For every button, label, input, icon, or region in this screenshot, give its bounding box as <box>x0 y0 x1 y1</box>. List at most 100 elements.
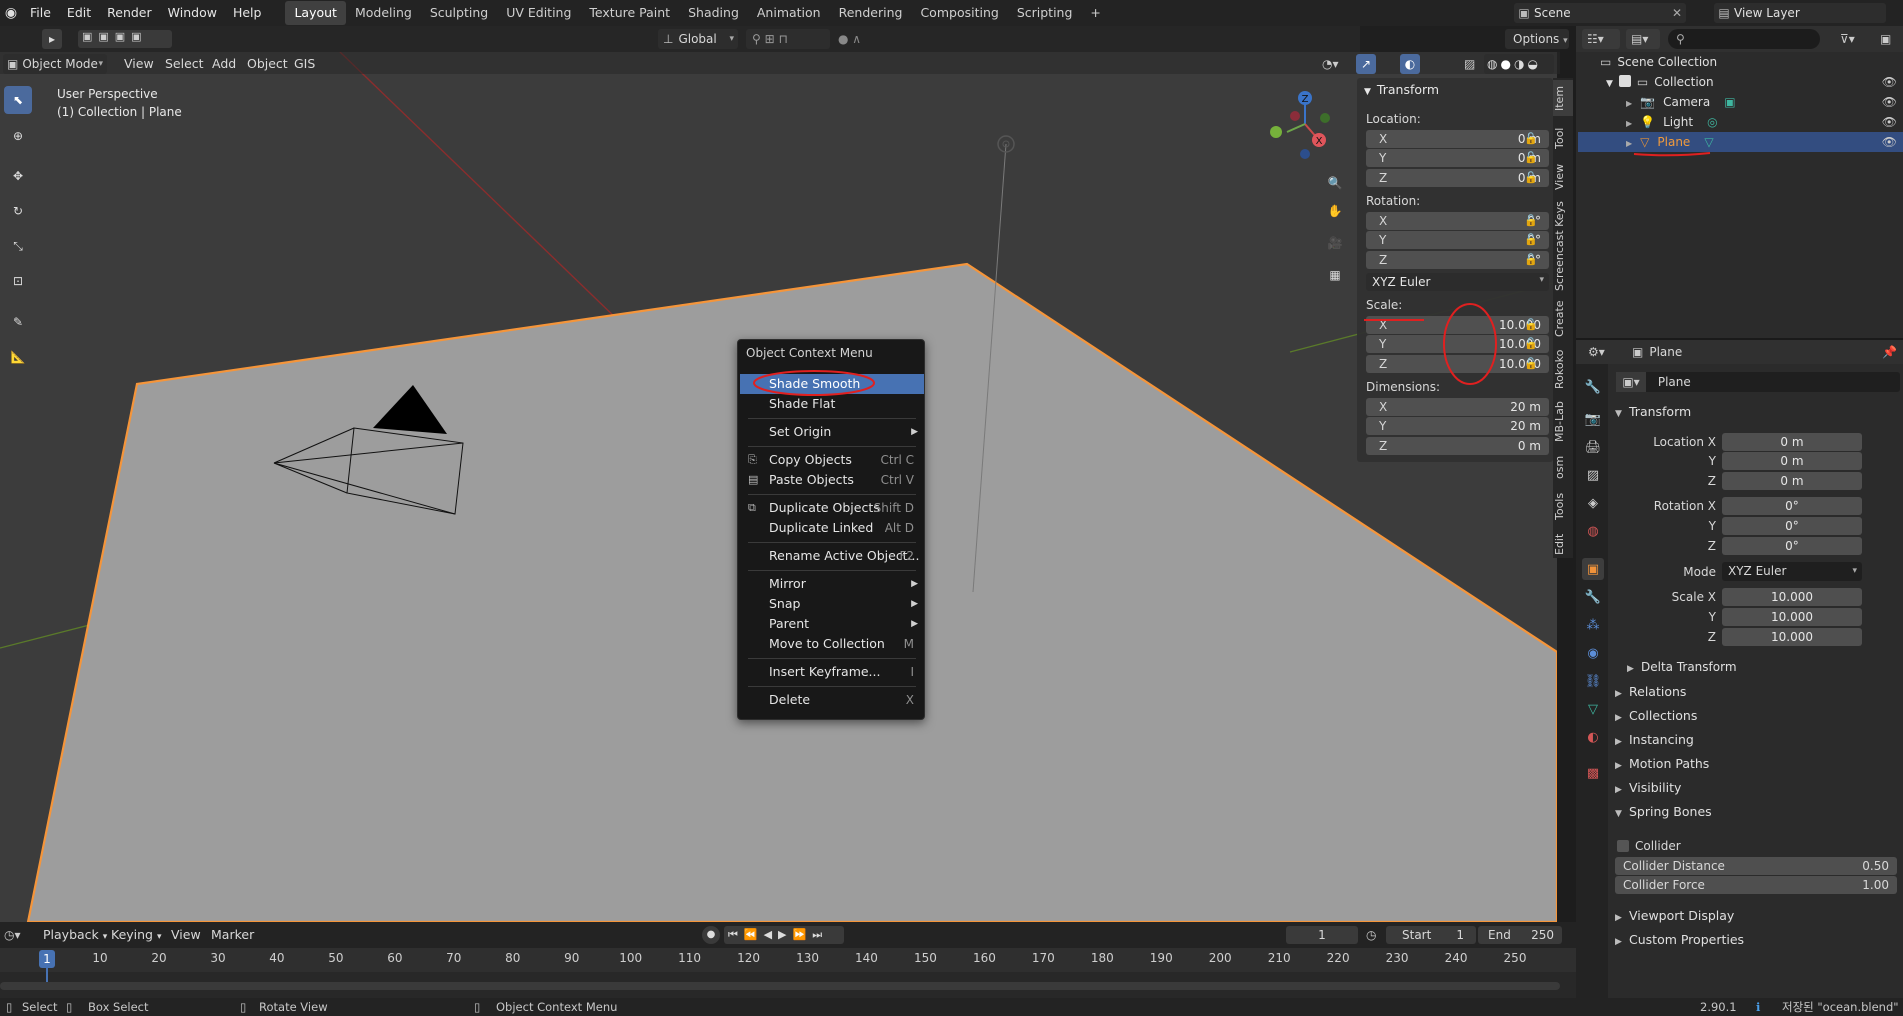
tab-scripting[interactable]: Scripting <box>1008 1 1082 25</box>
properties-location-x-field[interactable]: 0 m <box>1722 433 1862 451</box>
checkbox-icon[interactable] <box>1618 75 1631 87</box>
start-frame-field[interactable]: Start 1 <box>1386 926 1476 944</box>
menu-playback[interactable]: Playback ▾ <box>36 925 114 945</box>
menu-item-set-origin[interactable]: Set Origin ▶ <box>740 422 924 442</box>
rotate-tool-icon[interactable]: ↻ <box>4 197 32 225</box>
current-frame-field[interactable]: 1 <box>1286 926 1358 944</box>
tab-tool[interactable]: Tool <box>1553 122 1573 154</box>
eye-icon[interactable]: 👁 <box>1882 72 1897 92</box>
menu-item-parent[interactable]: Parent ▶ <box>740 614 924 634</box>
tab-view[interactable]: View <box>1553 160 1573 194</box>
custom-properties-panel-header[interactable]: ▶ Custom Properties <box>1615 932 1744 947</box>
outliner-search-input[interactable]: ⚲ <box>1668 29 1820 49</box>
transform-orientation-dropdown[interactable]: ⊥ Global ▾ <box>658 29 738 49</box>
menu-select[interactable]: Select <box>158 54 211 74</box>
lock-icon[interactable]: 🔓 <box>1524 151 1538 165</box>
pan-hand-icon[interactable]: ✋ <box>1322 198 1348 224</box>
record-icon[interactable]: ● <box>702 926 720 944</box>
menu-item-delete[interactable]: Delete X <box>740 690 924 710</box>
options-button[interactable]: Options ▾ <box>1505 29 1569 49</box>
eye-icon[interactable]: 👁 <box>1882 132 1897 152</box>
grid-view-icon[interactable]: ▦ <box>1322 262 1348 288</box>
menu-item-mirror[interactable]: Mirror ▶ <box>740 574 924 594</box>
tab-mb-lab[interactable]: MB-Lab <box>1553 398 1573 446</box>
navigation-gizmo[interactable]: Z X <box>1265 88 1345 168</box>
tab-item[interactable]: Item <box>1553 80 1573 116</box>
visibility-panel-header[interactable]: ▶ Visibility <box>1615 780 1681 795</box>
lock-icon[interactable]: 🔓 <box>1524 233 1538 247</box>
lock-icon[interactable]: 🔓 <box>1524 357 1538 371</box>
outliner-plane[interactable]: ▶ ▽ Plane ▽ 👁 <box>1578 132 1903 152</box>
editor-type-icon[interactable]: ☷▾ <box>1582 29 1620 49</box>
delta-transform-header[interactable]: ▶ Delta Transform <box>1627 660 1737 674</box>
proportional-edit-icons[interactable]: ● ∧ <box>838 29 890 49</box>
eye-icon[interactable]: 👁 <box>1882 112 1897 132</box>
transform-tool-icon[interactable]: ⊡ <box>4 267 32 295</box>
tab-uv-editing[interactable]: UV Editing <box>497 1 580 25</box>
menu-timeline-view[interactable]: View <box>164 925 208 945</box>
transform-panel-header[interactable]: ▼ Transform <box>1615 404 1691 419</box>
properties-editor-type-icon[interactable]: ⚙▾ <box>1588 342 1622 362</box>
playback-controls[interactable]: ⏮⏪◀▶⏩⏭ <box>724 926 844 944</box>
properties-scale-x-field[interactable]: 10.000 <box>1722 588 1862 606</box>
spring-bones-panel-header[interactable]: ▼ Spring Bones <box>1615 804 1712 819</box>
motion-paths-panel-header[interactable]: ▶ Motion Paths <box>1615 756 1709 771</box>
zoom-icon[interactable]: 🔍 <box>1322 170 1348 196</box>
properties-rotation-y-field[interactable]: 0° <box>1722 517 1862 535</box>
properties-rotation-x-field[interactable]: 0° <box>1722 497 1862 515</box>
properties-rotation-z-field[interactable]: 0° <box>1722 537 1862 555</box>
relations-panel-header[interactable]: ▶ Relations <box>1615 684 1686 699</box>
properties-scale-z-field[interactable]: 10.000 <box>1722 628 1862 646</box>
menu-marker[interactable]: Marker <box>204 925 261 945</box>
rotation-mode-dropdown[interactable]: XYZ Euler ▾ <box>1366 273 1549 291</box>
menu-item-insert-keyframe[interactable]: Insert Keyframe... I <box>740 662 924 682</box>
measure-tool-icon[interactable]: 📐 <box>4 343 32 371</box>
location-y-field[interactable]: Y0 m <box>1366 149 1549 167</box>
menu-item-paste-objects[interactable]: ▤ Paste Objects Ctrl V <box>740 470 924 490</box>
viewport-display-panel-header[interactable]: ▶ Viewport Display <box>1615 908 1734 923</box>
close-icon[interactable]: ✕ <box>1672 6 1686 20</box>
menu-item-snap[interactable]: Snap ▶ <box>740 594 924 614</box>
object-mode-dropdown[interactable]: ▣ Object Mode ▾ <box>3 54 107 74</box>
blender-logo-icon[interactable]: ◉ <box>0 5 22 21</box>
tab-create[interactable]: Create <box>1553 298 1573 340</box>
menu-edit[interactable]: Edit <box>59 0 99 26</box>
display-mode-icon[interactable]: ▤▾ <box>1626 29 1660 49</box>
render-props-icon[interactable]: 📷 <box>1582 408 1604 430</box>
eye-icon[interactable]: 👁 <box>1882 92 1897 112</box>
overlay-toggle-icon[interactable]: ◐ <box>1400 54 1420 74</box>
material-props-icon[interactable]: ◐ <box>1582 726 1604 748</box>
menu-item-copy-objects[interactable]: ⎘ Copy Objects Ctrl C <box>740 450 924 470</box>
lock-icon[interactable]: 🔓 <box>1524 337 1538 351</box>
menu-item-duplicate-linked[interactable]: Duplicate Linked Alt D <box>740 518 924 538</box>
object-name-field[interactable]: ▣▾ Plane <box>1616 372 1900 392</box>
menu-item-rename-active-object[interactable]: Rename Active Object... F2 <box>740 546 924 566</box>
rotation-z-field[interactable]: Z 0° <box>1366 251 1549 269</box>
texture-props-icon[interactable]: ▩ <box>1582 762 1604 784</box>
tab-tools[interactable]: Tools <box>1553 488 1573 524</box>
collider-checkbox[interactable]: Collider <box>1617 839 1681 853</box>
camera-view-icon[interactable]: 🎥 <box>1322 230 1348 256</box>
outliner-light[interactable]: ▶ 💡 Light ◎ 👁 <box>1578 112 1903 132</box>
instancing-panel-header[interactable]: ▶ Instancing <box>1615 732 1694 747</box>
properties-location-z-field[interactable]: 0 m <box>1722 472 1862 490</box>
menu-item-duplicate-objects[interactable]: ⧉ Duplicate Objects Shift D <box>740 498 924 518</box>
menu-render[interactable]: Render <box>99 0 160 26</box>
scale-tool-icon[interactable]: ⤡ <box>4 232 32 260</box>
filter-icon[interactable]: ⊽▾ <box>1840 29 1874 49</box>
timeline-scrollbar[interactable] <box>0 982 1560 990</box>
clock-icon[interactable]: ◷ <box>1366 926 1376 944</box>
tab-modeling[interactable]: Modeling <box>346 1 421 25</box>
new-collection-icon[interactable]: ▣ <box>1880 29 1900 49</box>
playhead[interactable]: 1 <box>39 950 55 968</box>
rotation-y-field[interactable]: Y 0° <box>1366 231 1549 249</box>
tab-layout[interactable]: Layout <box>285 1 346 25</box>
menu-view[interactable]: View <box>117 54 161 74</box>
tool-props-icon[interactable]: 🔧 <box>1582 376 1604 398</box>
tab-rokoko[interactable]: Rokoko <box>1553 346 1573 392</box>
properties-location-y-field[interactable]: 0 m <box>1722 452 1862 470</box>
tab-sculpting[interactable]: Sculpting <box>421 1 497 25</box>
xray-toggle-icon[interactable]: ▨ <box>1464 54 1482 74</box>
collider-distance-field[interactable]: Collider Distance 0.50 <box>1615 857 1897 875</box>
outliner-scene-collection[interactable]: ▭ Scene Collection <box>1578 52 1903 72</box>
